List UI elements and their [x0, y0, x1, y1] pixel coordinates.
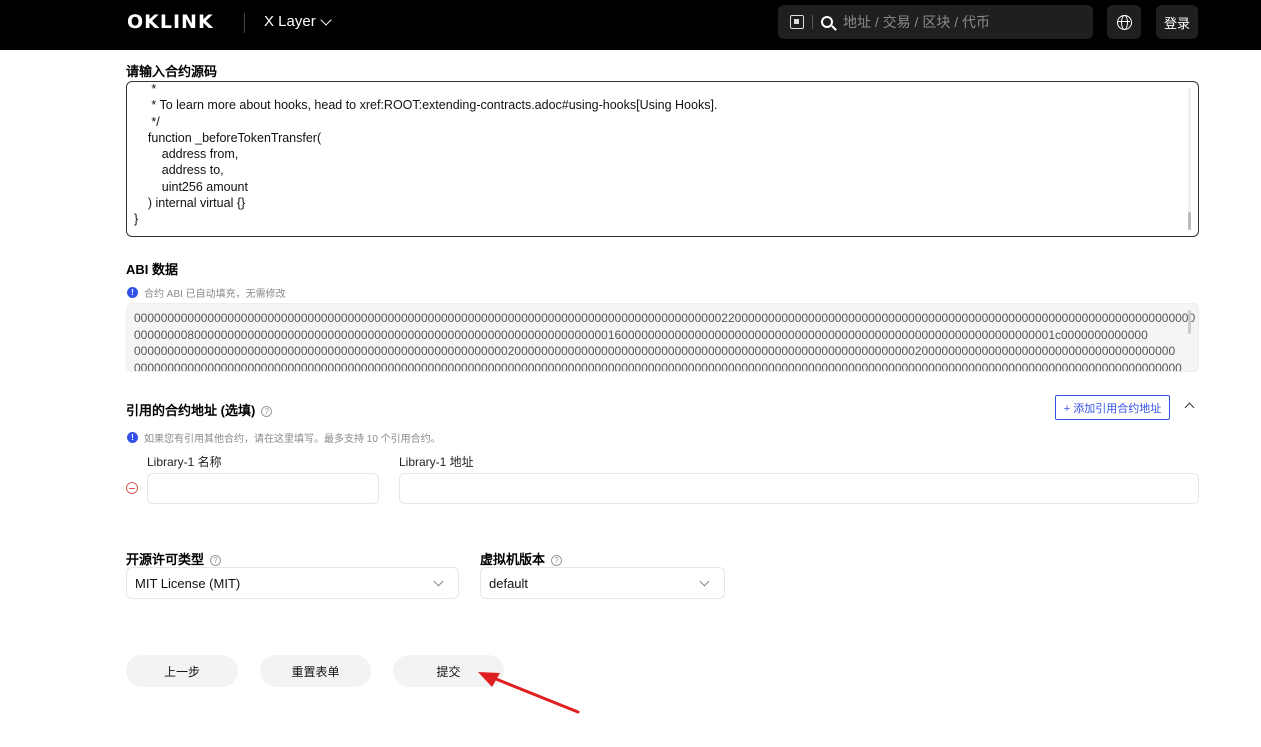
- oklink-logo[interactable]: OKLINK: [127, 11, 214, 33]
- divider: [812, 15, 813, 29]
- login-button[interactable]: 登录: [1156, 5, 1198, 39]
- help-icon[interactable]: ?: [261, 406, 273, 418]
- annotation-arrow-icon: [478, 672, 580, 714]
- libraries-hint-text: 如果您有引用其他合约，请在这里填写。最多支持 10 个引用合约。: [144, 434, 441, 445]
- vm-label-text: 虚拟机版本: [480, 552, 546, 567]
- previous-step-button[interactable]: 上一步: [126, 655, 238, 687]
- reset-form-button[interactable]: 重置表单: [260, 655, 371, 687]
- license-label-text: 开源许可类型: [126, 552, 205, 567]
- info-icon: !: [127, 287, 138, 298]
- language-button[interactable]: [1107, 5, 1141, 39]
- license-select[interactable]: MIT License (MIT): [126, 567, 459, 599]
- vm-version-select[interactable]: default: [480, 567, 725, 599]
- globe-icon: [1116, 14, 1132, 30]
- license-value: MIT License (MIT): [135, 575, 241, 591]
- scrollbar-thumb[interactable]: [1188, 212, 1191, 230]
- source-code-label: 请输入合约源码: [126, 64, 218, 79]
- logo-text: OKLINK: [127, 11, 214, 33]
- search-input[interactable]: [843, 14, 1083, 30]
- chevron-up-icon[interactable]: [1184, 402, 1195, 413]
- chevron-down-icon: [699, 576, 710, 587]
- libraries-label: 引用的合约地址 (选填)?: [126, 400, 273, 419]
- license-label: 开源许可类型?: [126, 549, 222, 568]
- scrollbar[interactable]: [1188, 310, 1191, 334]
- help-icon[interactable]: ?: [210, 555, 222, 567]
- help-icon[interactable]: ?: [551, 555, 563, 567]
- abi-textarea[interactable]: 0000000000000000000000000000000000000000…: [126, 303, 1199, 372]
- abi-label: ABI 数据: [126, 262, 179, 277]
- divider: [244, 13, 245, 33]
- remove-library-icon[interactable]: [126, 482, 138, 494]
- search-icon: [821, 16, 833, 28]
- search-bar: [778, 5, 1093, 39]
- info-icon: !: [127, 432, 138, 443]
- add-library-button[interactable]: + 添加引用合约地址: [1055, 395, 1170, 420]
- libraries-hint: ! 如果您有引用其他合约，请在这里填写。最多支持 10 个引用合约。: [127, 430, 441, 445]
- source-code-textarea[interactable]: * * To learn more about hooks, head to x…: [126, 81, 1199, 237]
- vm-version-value: default: [489, 575, 529, 591]
- libraries-label-text: 引用的合约地址 (选填): [126, 403, 256, 418]
- library-address-label: Library-1 地址: [399, 455, 474, 469]
- scan-icon[interactable]: [790, 15, 804, 29]
- source-code-content: * * To learn more about hooks, head to x…: [134, 82, 718, 227]
- abi-hint: ! 合约 ABI 已自动填充，无需修改: [127, 285, 286, 300]
- chevron-down-icon: [320, 13, 332, 26]
- library-name-input[interactable]: [147, 473, 379, 504]
- chain-name: X Layer: [264, 13, 316, 30]
- library-name-label: Library-1 名称: [147, 455, 222, 469]
- top-navigation-bar: OKLINK X Layer 登录: [0, 0, 1261, 50]
- abi-content: 0000000000000000000000000000000000000000…: [134, 311, 1196, 372]
- abi-hint-text: 合约 ABI 已自动填充，无需修改: [144, 289, 286, 300]
- vm-version-label: 虚拟机版本?: [480, 549, 563, 568]
- chevron-down-icon: [433, 576, 444, 587]
- scrollbar[interactable]: [1188, 88, 1191, 230]
- chain-selector[interactable]: X Layer: [264, 13, 332, 30]
- library-address-input[interactable]: [399, 473, 1199, 504]
